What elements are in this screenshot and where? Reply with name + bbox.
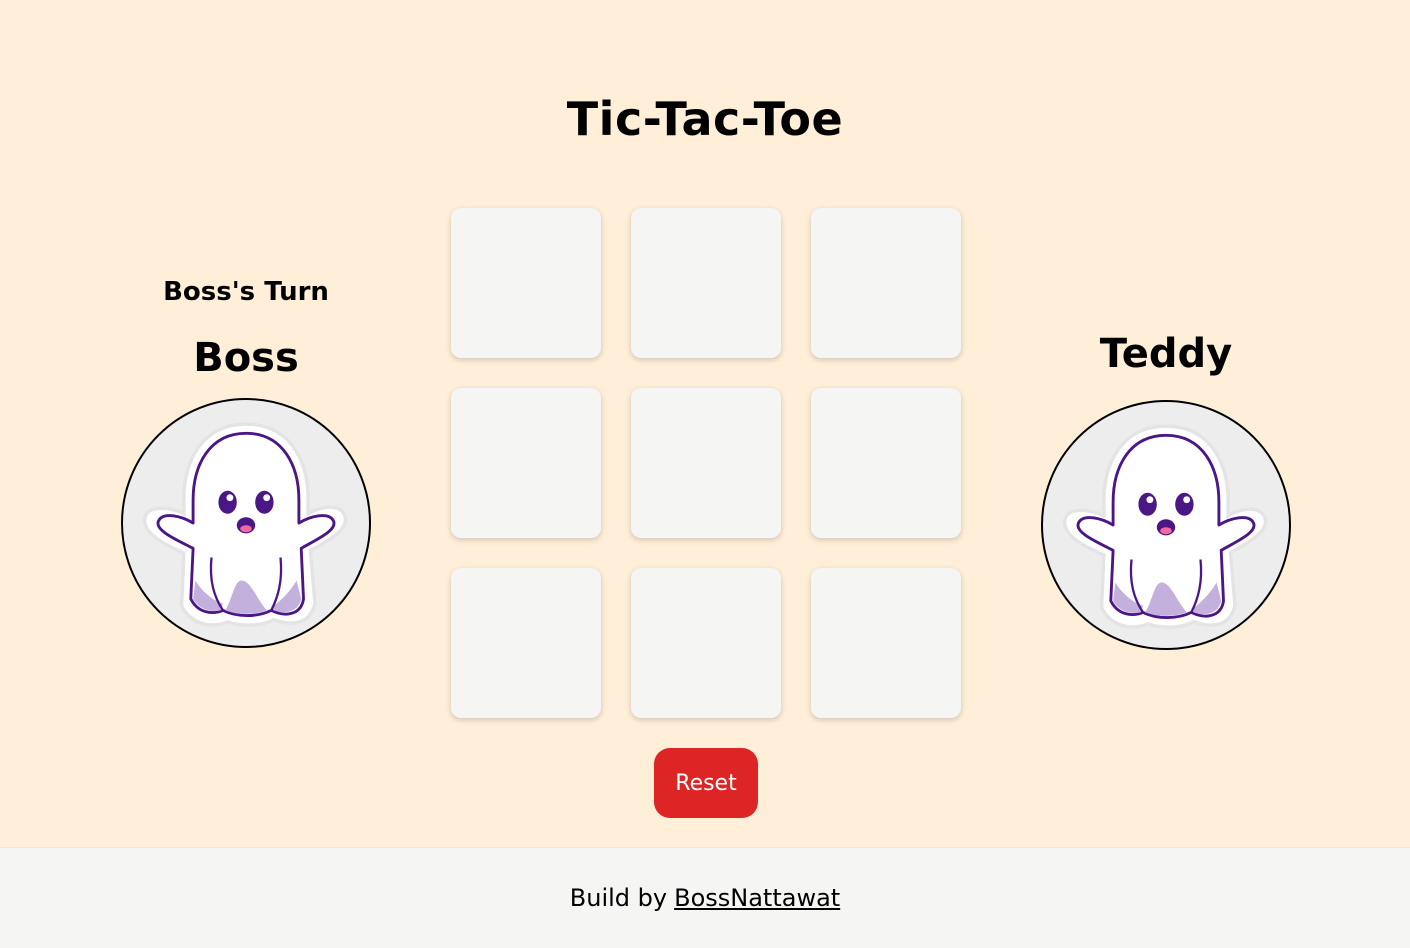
board-cell-9[interactable] [811,568,961,718]
player-name-boss: Boss [193,335,299,381]
game-area: Tic-Tac-Toe Boss's Turn Boss Reset Teddy [0,0,1410,847]
reset-button[interactable]: Reset [654,748,758,818]
ghost-icon [143,422,348,627]
avatar-boss [121,398,371,648]
author-link[interactable]: BossNattawat [674,884,840,912]
turn-indicator: Boss's Turn [163,277,329,307]
player-teddy-panel: Teddy [1041,310,1291,650]
board-cell-6[interactable] [811,388,961,538]
player-name-teddy: Teddy [1099,331,1233,377]
board-cell-8[interactable] [631,568,781,718]
avatar-teddy [1041,400,1291,650]
game-board [451,208,961,718]
board-cell-3[interactable] [811,208,961,358]
board-cell-1[interactable] [451,208,601,358]
player-boss-panel: Boss's Turn Boss [121,270,371,648]
footer-prefix: Build by [569,884,668,912]
board-cell-7[interactable] [451,568,601,718]
page-title: Tic-Tac-Toe [566,92,844,146]
board-cell-4[interactable] [451,388,601,538]
board-cell-2[interactable] [631,208,781,358]
footer: Build by BossNattawat [0,847,1410,948]
ghost-icon [1063,424,1268,629]
board-cell-5[interactable] [631,388,781,538]
